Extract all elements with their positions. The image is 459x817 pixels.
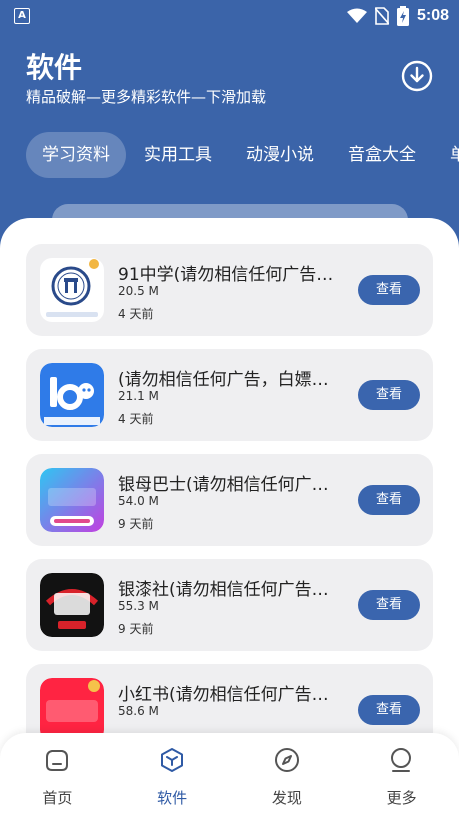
view-button[interactable]: 查看 <box>358 485 420 515</box>
app-size: 54.0 M <box>118 494 159 508</box>
yinmu-logo-icon <box>40 468 104 532</box>
app-card[interactable]: 银母巴士(请勿相信任何广… 54.0 M 9 天前 查看 <box>26 454 433 546</box>
wifi-icon <box>346 8 367 23</box>
app-list: 91中学(请勿相信任何广告… 20.5 M 4 天前 查看 (请勿相信任何广告，… <box>26 244 433 769</box>
clock: 5:08 <box>416 7 449 24</box>
app-updated-time: 4 天前 <box>118 307 154 321</box>
16-logo-icon <box>40 363 104 427</box>
view-button[interactable]: 查看 <box>358 380 420 410</box>
download-button[interactable] <box>401 60 433 92</box>
app-updated-time: 9 天前 <box>118 622 154 636</box>
battery-charging-icon <box>396 6 409 26</box>
app-size: 58.6 M <box>118 704 159 718</box>
page-title: 软件 <box>26 51 83 84</box>
tab-music[interactable]: 音盒大全 <box>332 132 432 178</box>
app-updated-time: 4 天前 <box>118 412 154 426</box>
compass-icon <box>274 748 299 772</box>
app-updated-time: 9 天前 <box>118 517 154 531</box>
app-size: 21.1 M <box>118 389 159 403</box>
nav-software[interactable]: 软件 <box>115 733 230 817</box>
yinqishe-logo-icon <box>40 573 104 637</box>
app-size: 55.3 M <box>118 599 159 613</box>
zhongxue-logo-icon <box>40 258 104 322</box>
tab-more-partial[interactable]: 单 <box>434 132 459 178</box>
category-tabs: 学习资料 实用工具 动漫小说 音盒大全单 <box>26 132 459 178</box>
app-name: 银母巴士(请勿相信任何广… <box>118 475 329 495</box>
app-name: (请勿相信任何广告，白嫖… <box>118 370 329 390</box>
app-card[interactable]: 银漆社(请勿相信任何广告… 55.3 M 9 天前 查看 <box>26 559 433 651</box>
app-name: 小红书(请勿相信任何广告… <box>118 685 329 705</box>
nav-label: 首页 <box>42 789 73 807</box>
status-bar: A 5:08 <box>0 0 459 32</box>
profile-icon <box>391 748 412 772</box>
tab-anime-novel[interactable]: 动漫小说 <box>230 132 330 178</box>
no-sim-icon <box>374 7 389 25</box>
view-button[interactable]: 查看 <box>358 275 420 305</box>
home-icon <box>46 750 68 771</box>
notification-icon: A <box>14 8 30 24</box>
app-name: 银漆社(请勿相信任何广告… <box>118 580 329 600</box>
download-icon <box>401 60 433 92</box>
nav-label: 更多 <box>386 789 417 807</box>
app-card[interactable]: (请勿相信任何广告，白嫖… 21.1 M 4 天前 查看 <box>26 349 433 441</box>
bottom-nav: 首页 软件 发现 更多 <box>0 733 459 817</box>
tab-tools[interactable]: 实用工具 <box>128 132 228 178</box>
app-card[interactable]: 91中学(请勿相信任何广告… 20.5 M 4 天前 查看 <box>26 244 433 336</box>
app-size: 20.5 M <box>118 284 159 298</box>
nav-discover[interactable]: 发现 <box>230 733 345 817</box>
content-sheet: 91中学(请勿相信任何广告… 20.5 M 4 天前 查看 (请勿相信任何广告，… <box>0 218 459 817</box>
cube-icon <box>160 748 183 772</box>
app-name: 91中学(请勿相信任何广告… <box>118 265 334 285</box>
nav-label: 软件 <box>157 789 188 807</box>
nav-more[interactable]: 更多 <box>344 733 459 817</box>
view-button[interactable]: 查看 <box>358 695 420 725</box>
page-subtitle: 精品破解—更多精彩软件—下滑加载 <box>26 88 267 106</box>
tab-study[interactable]: 学习资料 <box>26 132 126 178</box>
status-icons: 5:08 <box>346 5 449 27</box>
view-button[interactable]: 查看 <box>358 590 420 620</box>
nav-label: 发现 <box>271 789 302 807</box>
nav-home[interactable]: 首页 <box>0 733 115 817</box>
